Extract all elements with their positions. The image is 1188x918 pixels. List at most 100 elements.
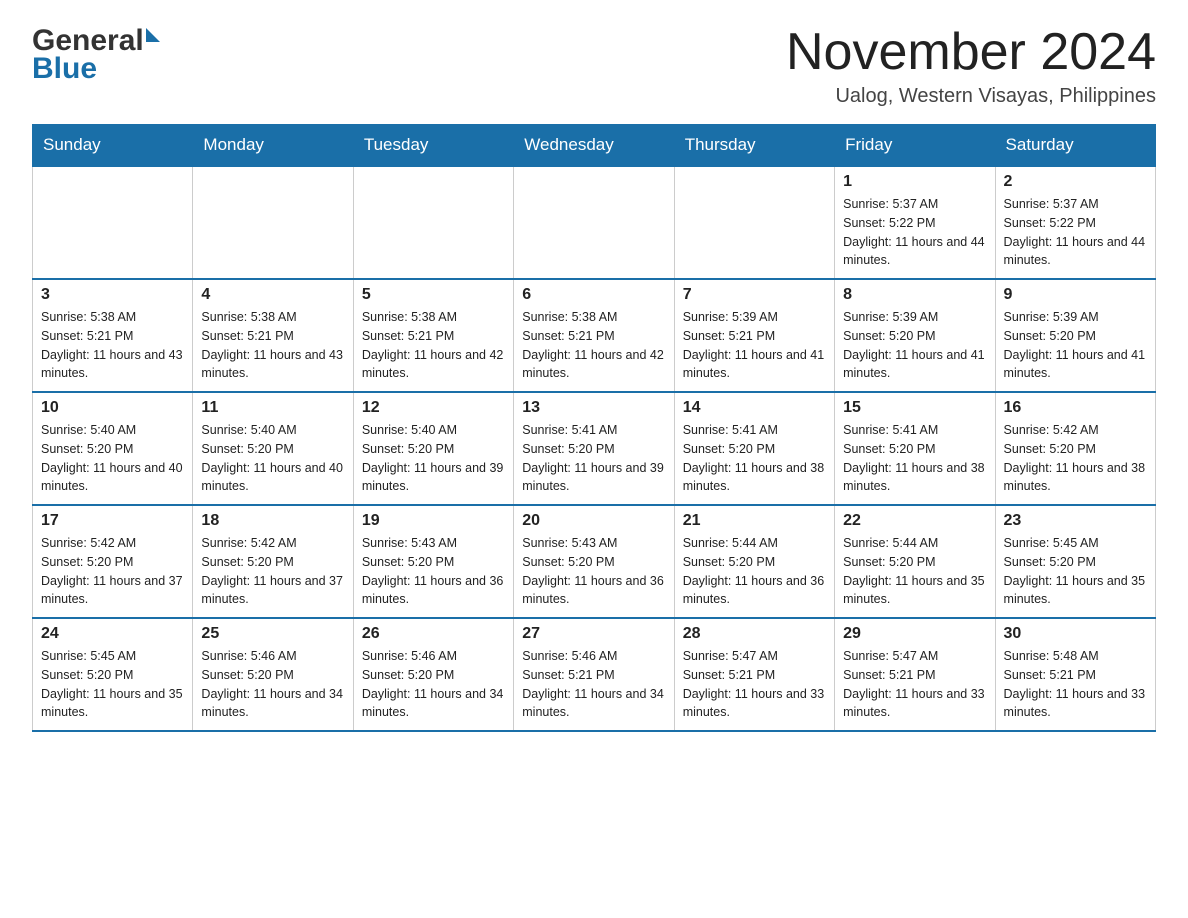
- day-number: 9: [1004, 286, 1147, 304]
- day-number: 27: [522, 625, 665, 643]
- day-number: 25: [201, 625, 344, 643]
- day-info: Sunrise: 5:40 AMSunset: 5:20 PMDaylight:…: [201, 421, 344, 496]
- calendar-day-cell: 30Sunrise: 5:48 AMSunset: 5:21 PMDayligh…: [995, 618, 1155, 731]
- calendar-week-row: 24 Sunrise: 5:45 AMSunset: 5:20 PMDayligh…: [33, 618, 1156, 731]
- day-info: Sunrise: 5:40 AMSunset: 5:20 PMDaylight:…: [362, 421, 505, 496]
- calendar-week-row: 1 Sunrise: 5:37 AMSunset: 5:22 PMDaylight…: [33, 166, 1156, 279]
- weekday-header-thursday: Thursday: [674, 125, 834, 167]
- day-info: Sunrise: 5:39 AMSunset: 5:20 PMDaylight:…: [1004, 308, 1147, 383]
- calendar-day-cell: 7 Sunrise: 5:39 AMSunset: 5:21 PMDaylight…: [674, 279, 834, 392]
- calendar-week-row: 3 Sunrise: 5:38 AMSunset: 5:21 PMDaylight…: [33, 279, 1156, 392]
- weekday-header-saturday: Saturday: [995, 125, 1155, 167]
- day-number: 17: [41, 512, 184, 530]
- calendar-day-cell: 20 Sunrise: 5:43 AMSunset: 5:20 PMDayligh…: [514, 505, 674, 618]
- day-info: Sunrise: 5:44 AMSunset: 5:20 PMDaylight:…: [843, 534, 986, 609]
- calendar-day-cell: 6 Sunrise: 5:38 AMSunset: 5:21 PMDaylight…: [514, 279, 674, 392]
- calendar-day-cell: 21Sunrise: 5:44 AMSunset: 5:20 PMDayligh…: [674, 505, 834, 618]
- calendar-day-cell: 16 Sunrise: 5:42 AMSunset: 5:20 PMDayligh…: [995, 392, 1155, 505]
- calendar-day-cell: [193, 166, 353, 279]
- day-info: Sunrise: 5:47 AMSunset: 5:21 PMDaylight:…: [843, 647, 986, 722]
- day-number: 7: [683, 286, 826, 304]
- calendar-day-cell: 26Sunrise: 5:46 AMSunset: 5:20 PMDayligh…: [353, 618, 513, 731]
- calendar-day-cell: 25 Sunrise: 5:46 AMSunset: 5:20 PMDayligh…: [193, 618, 353, 731]
- calendar-day-cell: 11 Sunrise: 5:40 AMSunset: 5:20 PMDayligh…: [193, 392, 353, 505]
- day-number: 13: [522, 399, 665, 417]
- day-info: Sunrise: 5:41 AMSunset: 5:20 PMDaylight:…: [843, 421, 986, 496]
- weekday-header-tuesday: Tuesday: [353, 125, 513, 167]
- weekday-header-monday: Monday: [193, 125, 353, 167]
- calendar-day-cell: 4Sunrise: 5:38 AMSunset: 5:21 PMDaylight…: [193, 279, 353, 392]
- day-info: Sunrise: 5:48 AMSunset: 5:21 PMDaylight:…: [1004, 647, 1147, 722]
- day-number: 5: [362, 286, 505, 304]
- day-number: 10: [41, 399, 184, 417]
- day-number: 6: [522, 286, 665, 304]
- calendar-day-cell: [514, 166, 674, 279]
- day-number: 3: [41, 286, 184, 304]
- day-info: Sunrise: 5:46 AMSunset: 5:21 PMDaylight:…: [522, 647, 665, 722]
- day-info: Sunrise: 5:40 AMSunset: 5:20 PMDaylight:…: [41, 421, 184, 496]
- logo-arrow-icon: [146, 28, 160, 42]
- day-number: 1: [843, 173, 986, 191]
- day-info: Sunrise: 5:47 AMSunset: 5:21 PMDaylight:…: [683, 647, 826, 722]
- location-subtitle: Ualog, Western Visayas, Philippines: [786, 85, 1156, 108]
- day-info: Sunrise: 5:43 AMSunset: 5:20 PMDaylight:…: [522, 534, 665, 609]
- day-info: Sunrise: 5:39 AMSunset: 5:21 PMDaylight:…: [683, 308, 826, 383]
- weekday-header-friday: Friday: [835, 125, 995, 167]
- day-number: 24: [41, 625, 184, 643]
- calendar-day-cell: 28 Sunrise: 5:47 AMSunset: 5:21 PMDayligh…: [674, 618, 834, 731]
- title-area: November 2024 Ualog, Western Visayas, Ph…: [786, 24, 1156, 108]
- day-info: Sunrise: 5:38 AMSunset: 5:21 PMDaylight:…: [362, 308, 505, 383]
- day-number: 18: [201, 512, 344, 530]
- day-number: 21: [683, 512, 826, 530]
- calendar-table: SundayMondayTuesdayWednesdayThursdayFrid…: [32, 124, 1156, 732]
- calendar-day-cell: 9 Sunrise: 5:39 AMSunset: 5:20 PMDaylight…: [995, 279, 1155, 392]
- calendar-week-row: 17 Sunrise: 5:42 AMSunset: 5:20 PMDayligh…: [33, 505, 1156, 618]
- day-info: Sunrise: 5:41 AMSunset: 5:20 PMDaylight:…: [683, 421, 826, 496]
- day-info: Sunrise: 5:45 AMSunset: 5:20 PMDaylight:…: [1004, 534, 1147, 609]
- calendar-day-cell: 14 Sunrise: 5:41 AMSunset: 5:20 PMDayligh…: [674, 392, 834, 505]
- day-number: 14: [683, 399, 826, 417]
- day-number: 11: [201, 399, 344, 417]
- calendar-day-cell: 13Sunrise: 5:41 AMSunset: 5:20 PMDayligh…: [514, 392, 674, 505]
- calendar-day-cell: 29 Sunrise: 5:47 AMSunset: 5:21 PMDayligh…: [835, 618, 995, 731]
- calendar-day-cell: [674, 166, 834, 279]
- day-number: 20: [522, 512, 665, 530]
- day-number: 23: [1004, 512, 1147, 530]
- day-number: 29: [843, 625, 986, 643]
- day-info: Sunrise: 5:39 AMSunset: 5:20 PMDaylight:…: [843, 308, 986, 383]
- calendar-day-cell: 8 Sunrise: 5:39 AMSunset: 5:20 PMDaylight…: [835, 279, 995, 392]
- calendar-day-cell: [353, 166, 513, 279]
- weekday-header-wednesday: Wednesday: [514, 125, 674, 167]
- calendar-day-cell: 17 Sunrise: 5:42 AMSunset: 5:20 PMDayligh…: [33, 505, 193, 618]
- calendar-day-cell: [33, 166, 193, 279]
- calendar-day-cell: 18Sunrise: 5:42 AMSunset: 5:20 PMDayligh…: [193, 505, 353, 618]
- day-number: 8: [843, 286, 986, 304]
- calendar-day-cell: 12 Sunrise: 5:40 AMSunset: 5:20 PMDayligh…: [353, 392, 513, 505]
- day-number: 19: [362, 512, 505, 530]
- day-number: 2: [1004, 173, 1147, 191]
- calendar-day-cell: 2Sunrise: 5:37 AMSunset: 5:22 PMDaylight…: [995, 166, 1155, 279]
- calendar-day-cell: 23 Sunrise: 5:45 AMSunset: 5:20 PMDayligh…: [995, 505, 1155, 618]
- day-info: Sunrise: 5:38 AMSunset: 5:21 PMDaylight:…: [41, 308, 184, 383]
- calendar-day-cell: 24 Sunrise: 5:45 AMSunset: 5:20 PMDayligh…: [33, 618, 193, 731]
- day-info: Sunrise: 5:45 AMSunset: 5:20 PMDaylight:…: [41, 647, 184, 722]
- day-number: 12: [362, 399, 505, 417]
- day-info: Sunrise: 5:37 AMSunset: 5:22 PMDaylight:…: [843, 195, 986, 270]
- calendar-day-cell: 10 Sunrise: 5:40 AMSunset: 5:20 PMDayligh…: [33, 392, 193, 505]
- calendar-day-cell: 22 Sunrise: 5:44 AMSunset: 5:20 PMDayligh…: [835, 505, 995, 618]
- day-number: 15: [843, 399, 986, 417]
- calendar-day-cell: 3 Sunrise: 5:38 AMSunset: 5:21 PMDaylight…: [33, 279, 193, 392]
- day-number: 28: [683, 625, 826, 643]
- weekday-header-sunday: Sunday: [33, 125, 193, 167]
- calendar-day-cell: 5 Sunrise: 5:38 AMSunset: 5:21 PMDaylight…: [353, 279, 513, 392]
- calendar-day-cell: 27 Sunrise: 5:46 AMSunset: 5:21 PMDayligh…: [514, 618, 674, 731]
- day-info: Sunrise: 5:46 AMSunset: 5:20 PMDaylight:…: [201, 647, 344, 722]
- day-info: Sunrise: 5:38 AMSunset: 5:21 PMDaylight:…: [201, 308, 344, 383]
- day-info: Sunrise: 5:42 AMSunset: 5:20 PMDaylight:…: [1004, 421, 1147, 496]
- month-title: November 2024: [786, 24, 1156, 81]
- day-number: 22: [843, 512, 986, 530]
- day-info: Sunrise: 5:38 AMSunset: 5:21 PMDaylight:…: [522, 308, 665, 383]
- calendar-day-cell: 15 Sunrise: 5:41 AMSunset: 5:20 PMDayligh…: [835, 392, 995, 505]
- day-info: Sunrise: 5:42 AMSunset: 5:20 PMDaylight:…: [41, 534, 184, 609]
- day-number: 16: [1004, 399, 1147, 417]
